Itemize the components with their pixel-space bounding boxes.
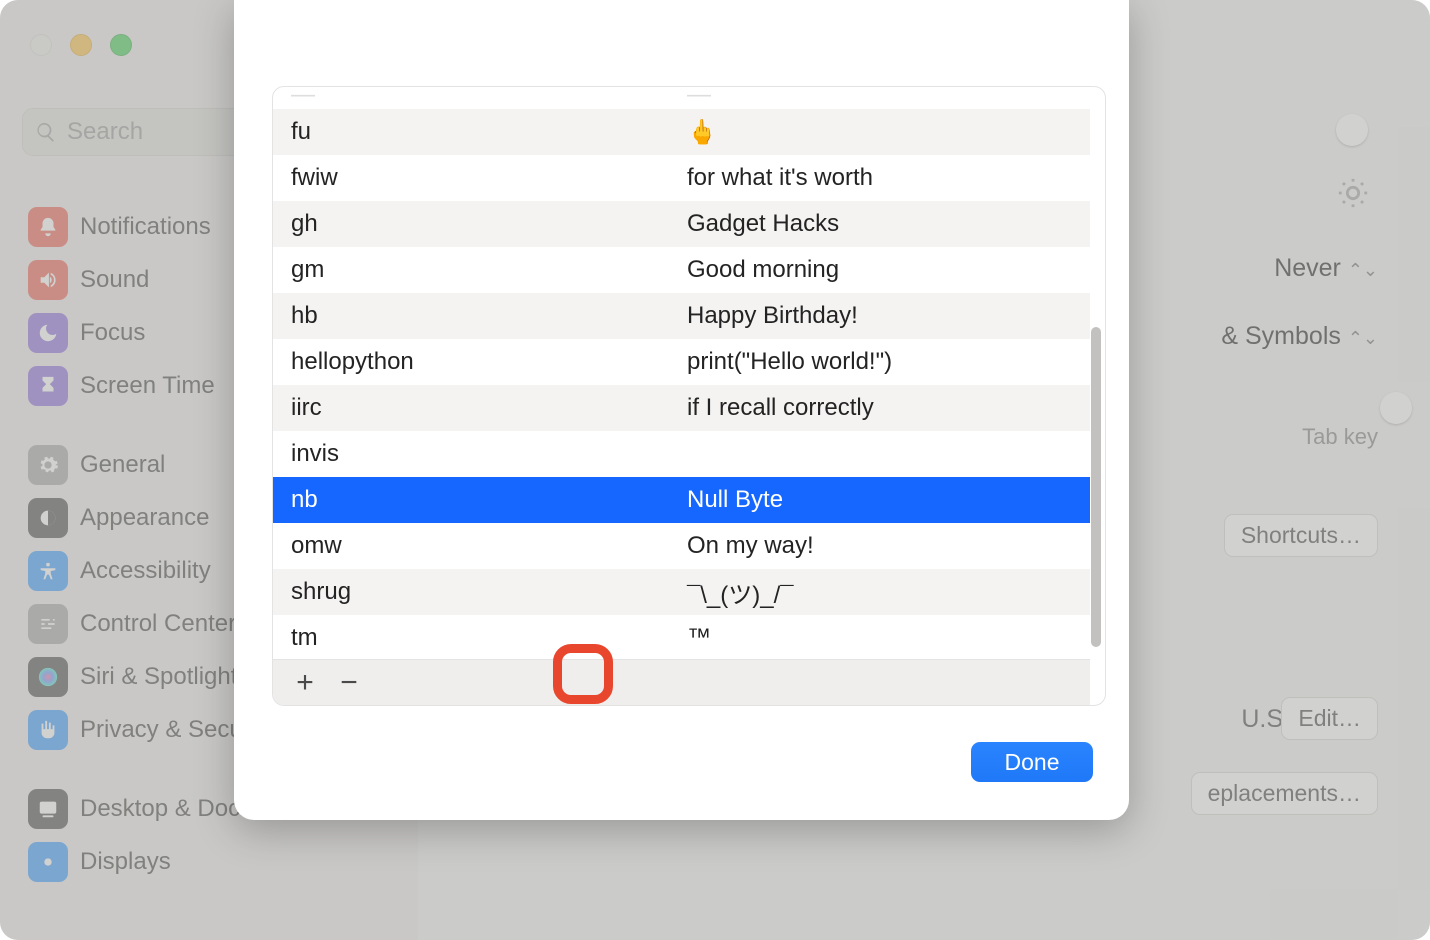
with-cell: for what it's worth bbox=[683, 164, 1090, 192]
replace-cell: omw bbox=[273, 532, 683, 560]
table-row-partial: —— bbox=[273, 87, 1090, 109]
with-cell: Gadget Hacks bbox=[683, 210, 1090, 238]
table-row[interactable]: shrug¯\_(ツ)_/¯ bbox=[273, 569, 1090, 615]
table-footer: + − bbox=[273, 659, 1090, 705]
replace-cell: invis bbox=[273, 440, 683, 468]
table-row[interactable]: hellopythonprint("Hello world!") bbox=[273, 339, 1090, 385]
with-cell: Happy Birthday! bbox=[683, 302, 1090, 330]
table-row[interactable]: fwiwfor what it's worth bbox=[273, 155, 1090, 201]
table-row[interactable]: fu🖕 bbox=[273, 109, 1090, 155]
done-button[interactable]: Done bbox=[971, 742, 1093, 782]
replace-cell: tm bbox=[273, 624, 683, 652]
with-cell: ¯\_(ツ)_/¯ bbox=[683, 575, 1090, 610]
replace-cell: iirc bbox=[273, 394, 683, 422]
with-cell: ™ bbox=[683, 624, 1090, 652]
table-row[interactable]: gmGood morning bbox=[273, 247, 1090, 293]
table-row[interactable]: omwOn my way! bbox=[273, 523, 1090, 569]
table-row[interactable]: nbNull Byte bbox=[273, 477, 1090, 523]
table-row[interactable]: ghGadget Hacks bbox=[273, 201, 1090, 247]
remove-replacement-button[interactable]: − bbox=[327, 663, 371, 703]
table-row[interactable]: iircif I recall correctly bbox=[273, 385, 1090, 431]
replace-cell: hellopython bbox=[273, 348, 683, 376]
table-scrollbar[interactable] bbox=[1091, 327, 1101, 647]
replace-cell: gh bbox=[273, 210, 683, 238]
with-cell: print("Hello world!") bbox=[683, 348, 1090, 376]
text-replacements-sheet: —— fu🖕fwiwfor what it's worthghGadget Ha… bbox=[234, 0, 1129, 820]
replace-cell: gm bbox=[273, 256, 683, 284]
replace-cell: nb bbox=[273, 486, 683, 514]
table-row[interactable]: invis bbox=[273, 431, 1090, 477]
with-cell: Null Byte bbox=[683, 486, 1090, 514]
replacements-table-body: —— fu🖕fwiwfor what it's worthghGadget Ha… bbox=[273, 87, 1090, 705]
table-row[interactable]: tm™ bbox=[273, 615, 1090, 661]
replace-cell: hb bbox=[273, 302, 683, 330]
with-cell: Good morning bbox=[683, 256, 1090, 284]
replace-cell: fwiw bbox=[273, 164, 683, 192]
replacements-table: —— fu🖕fwiwfor what it's worthghGadget Ha… bbox=[272, 86, 1106, 706]
table-row[interactable]: hbHappy Birthday! bbox=[273, 293, 1090, 339]
replace-cell: fu bbox=[273, 118, 683, 146]
with-cell: if I recall correctly bbox=[683, 394, 1090, 422]
with-cell: On my way! bbox=[683, 532, 1090, 560]
replace-cell: shrug bbox=[273, 578, 683, 606]
with-cell: 🖕 bbox=[683, 118, 1090, 147]
system-settings-window: Search NotificationsSoundFocusScreen Tim… bbox=[0, 0, 1430, 940]
add-replacement-button[interactable]: + bbox=[283, 663, 327, 703]
